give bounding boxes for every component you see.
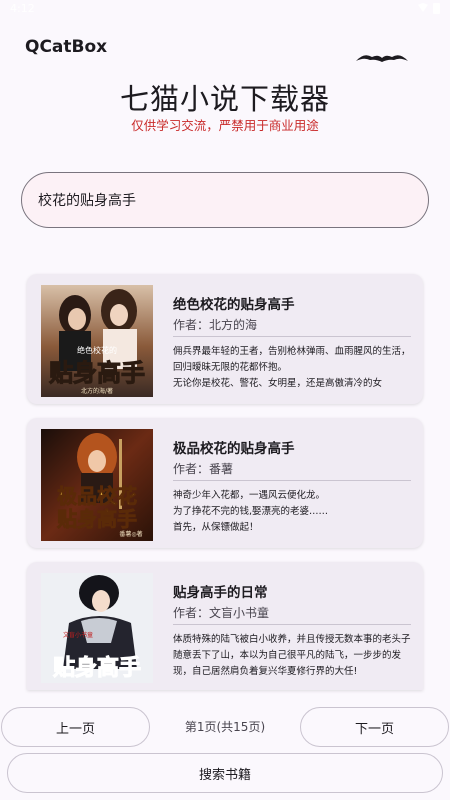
prev-page-button[interactable]: 上一页 xyxy=(1,707,150,747)
cover-main-text: 贴身高手 xyxy=(57,507,137,531)
cover-author-text: 北方的海/著 xyxy=(81,387,113,395)
book-cover: 极品校花 贴身高手 番薯◎著 xyxy=(41,429,153,541)
search-input[interactable]: 校花的贴身高手 xyxy=(21,172,429,228)
book-card[interactable]: 文盲小书童 贴身高手 贴身高手的日常 作者：文盲小书童 体质特殊的陆飞被白小收养… xyxy=(27,562,423,690)
card-divider xyxy=(173,336,411,337)
book-description: 神奇少年入花都，一遇风云便化龙。 为了挣花不完的钱,娶漂亮的老婆…… 首先，从保… xyxy=(173,490,329,533)
book-cover-art: 极品校花 贴身高手 番薯◎著 xyxy=(41,429,153,541)
cat-ears-logo-icon xyxy=(356,55,408,62)
battery-icon xyxy=(433,3,440,14)
next-page-button[interactable]: 下一页 xyxy=(300,707,449,747)
cover-author-text: 番薯◎著 xyxy=(119,530,142,538)
app-name: QCatBox xyxy=(25,37,108,57)
wifi-icon xyxy=(418,3,428,12)
cover-top-text: 极品校花 xyxy=(57,484,137,508)
book-card[interactable]: 极品校花 贴身高手 番薯◎著 极品校花的贴身高手 作者：番薯 神奇少年入花都，一… xyxy=(27,418,423,548)
cover-main-text: 贴身高手 xyxy=(49,358,145,387)
book-description: 佣兵界最年轻的王者，告别枪林弹雨、血雨腥风的生活，回归暧昧无限的花都怀抱。 无论… xyxy=(173,346,411,389)
cover-top-text: 绝色校花的 xyxy=(77,345,117,355)
book-author: 作者：番薯 xyxy=(173,462,234,476)
search-books-button[interactable]: 搜索书籍 xyxy=(7,753,443,793)
book-cover-art: 绝色校花的 贴身高手 北方的海/著 xyxy=(41,285,153,397)
status-icons xyxy=(418,3,440,14)
card-divider xyxy=(173,624,411,625)
cover-main-text: 贴身高手 xyxy=(53,655,141,681)
status-bar: 4:12 xyxy=(0,0,450,18)
book-title: 绝色校花的贴身高手 xyxy=(173,297,295,313)
search-input-value: 校花的贴身高手 xyxy=(38,193,136,209)
page-title: 七猫小说下载器 xyxy=(119,82,330,116)
book-title: 贴身高手的日常 xyxy=(173,585,268,601)
book-author: 作者：文盲小书童 xyxy=(173,606,270,620)
disclaimer-subtitle: 仅供学习交流，严禁用于商业用途 xyxy=(131,118,319,133)
status-time: 4:12 xyxy=(10,2,35,15)
book-author: 作者：北方的海 xyxy=(173,318,258,332)
card-divider xyxy=(173,480,411,481)
book-cover: 绝色校花的 贴身高手 北方的海/著 xyxy=(41,285,153,397)
book-title: 极品校花的贴身高手 xyxy=(173,441,295,457)
book-cover: 文盲小书童 贴身高手 xyxy=(41,573,153,683)
page-indicator: 第1页(共15页) xyxy=(184,720,266,734)
cover-top-text: 文盲小书童 xyxy=(63,631,93,639)
book-description: 体质特殊的陆飞被白小收养，并且传授无数本事的老头子随意丢下了山，本以为自己很平凡… xyxy=(173,634,411,677)
book-card[interactable]: 绝色校花的 贴身高手 北方的海/著 绝色校花的贴身高手 作者：北方的海 佣兵界最… xyxy=(27,274,423,404)
book-cover-art: 文盲小书童 贴身高手 xyxy=(41,573,153,683)
